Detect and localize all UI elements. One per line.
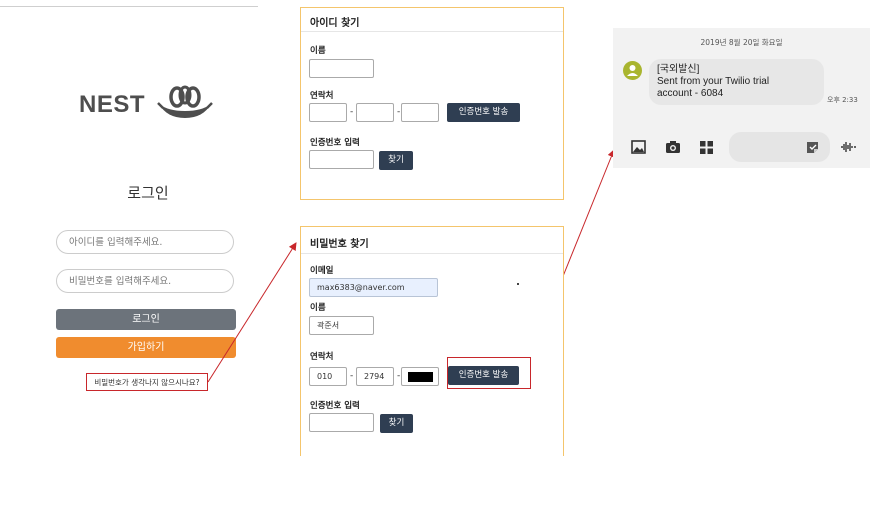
gallery-icon[interactable] bbox=[631, 140, 646, 154]
code-label: 인증번호 입력 bbox=[310, 401, 360, 411]
name-input[interactable]: 곽준서 bbox=[309, 316, 374, 335]
code-input[interactable] bbox=[309, 413, 374, 432]
phone-label: 연락처 bbox=[310, 352, 334, 362]
code-input[interactable] bbox=[309, 150, 374, 169]
find-id-title: 아이디 찾기 bbox=[310, 18, 360, 29]
name-input[interactable] bbox=[309, 59, 374, 78]
message-time: 오후 2:33 bbox=[827, 96, 858, 104]
camera-icon[interactable] bbox=[665, 140, 681, 154]
voice-icon[interactable] bbox=[840, 140, 857, 154]
send-code-button[interactable]: 인증번호 발송 bbox=[448, 366, 519, 385]
phone-part1-input[interactable]: 010 bbox=[309, 367, 347, 386]
name-label: 이름 bbox=[310, 303, 326, 313]
dash: - bbox=[397, 107, 401, 117]
name-label: 이름 bbox=[310, 46, 326, 56]
message-line: [국외발신] bbox=[657, 64, 700, 75]
send-code-button[interactable]: 인증번호 발송 bbox=[447, 103, 520, 122]
divider bbox=[301, 31, 563, 32]
phone-part3-input[interactable] bbox=[401, 103, 439, 122]
email-input[interactable]: max6383@naver.com bbox=[309, 278, 438, 297]
phone-part2-input[interactable] bbox=[356, 103, 394, 122]
message-date: 2019년 8월 20일 화요일 bbox=[700, 38, 783, 47]
find-button[interactable]: 찾기 bbox=[379, 151, 413, 170]
find-button[interactable]: 찾기 bbox=[380, 414, 413, 433]
avatar bbox=[623, 61, 642, 80]
dot bbox=[517, 283, 519, 285]
email-label: 이메일 bbox=[310, 266, 334, 276]
message-bubble: [국외발신] Sent from your Twilio trial accou… bbox=[649, 59, 824, 105]
sticker-icon[interactable] bbox=[806, 141, 819, 154]
phone-label: 연락처 bbox=[310, 91, 334, 101]
code-label: 인증번호 입력 bbox=[310, 138, 360, 148]
dash: - bbox=[350, 107, 354, 117]
phone-part2-input[interactable]: 2794 bbox=[356, 367, 394, 386]
message-line: Sent from your Twilio trial bbox=[657, 76, 770, 87]
redaction-block bbox=[408, 372, 433, 382]
phone-part1-input[interactable] bbox=[309, 103, 347, 122]
dash: - bbox=[397, 371, 401, 381]
message-line: account - 6084 bbox=[657, 88, 724, 99]
dash: - bbox=[350, 371, 354, 381]
apps-icon[interactable] bbox=[700, 141, 713, 154]
find-password-title: 비밀번호 찾기 bbox=[310, 239, 369, 250]
person-icon bbox=[627, 65, 638, 76]
phone-part3-input[interactable] bbox=[401, 367, 439, 386]
divider bbox=[301, 253, 563, 254]
